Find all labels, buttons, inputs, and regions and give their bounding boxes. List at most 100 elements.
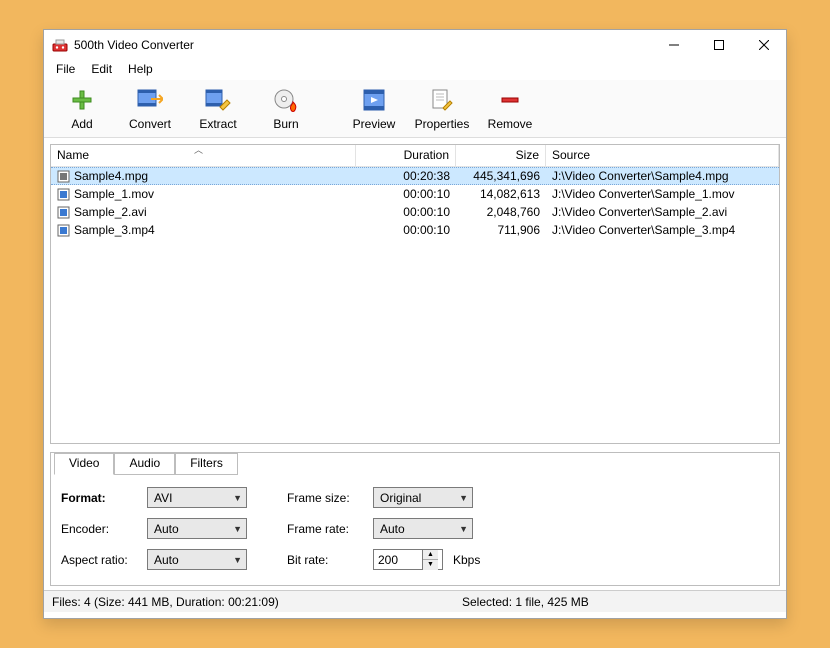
format-label: Format: — [61, 491, 141, 505]
file-list: Name ︿ Duration Size Source Sample4.mpg 00… — [50, 144, 780, 444]
titlebar: 500th Video Converter — [44, 30, 786, 60]
file-source: J:\Video Converter\Sample4.mpg — [546, 168, 779, 184]
statusbar: Files: 4 (Size: 441 MB, Duration: 00:21:… — [44, 590, 786, 612]
column-name-label: Name — [57, 148, 89, 162]
file-duration: 00:00:10 — [356, 204, 456, 220]
app-icon — [52, 37, 68, 53]
table-row[interactable]: Sample_1.mov 00:00:1014,082,613J:\Video C… — [51, 185, 779, 203]
tabs-strip: Video Audio Filters — [54, 452, 779, 474]
file-icon — [57, 206, 70, 219]
extract-button[interactable]: Extract — [184, 82, 252, 136]
column-size[interactable]: Size — [456, 145, 546, 166]
chevron-down-icon: ▼ — [459, 493, 468, 503]
add-button[interactable]: Add — [48, 82, 116, 136]
file-source: J:\Video Converter\Sample_3.mp4 — [546, 222, 779, 238]
sort-indicator-icon: ︿ — [194, 143, 203, 156]
settings-panel: Video Audio Filters Format: AVI ▼ Encoder… — [50, 452, 780, 586]
list-body[interactable]: Sample4.mpg00:20:38445,341,696J:\Video C… — [51, 167, 779, 443]
remove-button[interactable]: Remove — [476, 82, 544, 136]
plus-icon — [68, 86, 96, 114]
table-row[interactable]: Sample_2.avi 00:00:102,048,760J:\Video Co… — [51, 203, 779, 221]
format-combo[interactable]: AVI ▼ — [147, 487, 247, 508]
properties-icon — [428, 86, 456, 114]
burn-label: Burn — [273, 117, 298, 131]
tab-audio[interactable]: Audio — [114, 453, 175, 475]
extract-label: Extract — [199, 117, 236, 131]
aspect-label: Aspect ratio: — [61, 553, 141, 567]
chevron-down-icon: ▼ — [459, 524, 468, 534]
file-name: Sample_3.mp4 — [74, 223, 155, 237]
film-convert-icon — [136, 86, 164, 114]
file-size: 14,082,613 — [456, 186, 546, 202]
menu-help[interactable]: Help — [120, 60, 161, 80]
file-icon — [57, 170, 70, 183]
file-source: J:\Video Converter\Sample_1.mov — [546, 186, 779, 202]
table-row[interactable]: Sample_3.mp4 00:00:10711,906J:\Video Conv… — [51, 221, 779, 239]
column-source[interactable]: Source — [546, 145, 779, 166]
file-size: 445,341,696 — [456, 168, 546, 184]
remove-label: Remove — [488, 117, 533, 131]
file-source: J:\Video Converter\Sample_2.avi — [546, 204, 779, 220]
file-duration: 00:00:10 — [356, 186, 456, 202]
status-summary: Files: 4 (Size: 441 MB, Duration: 00:21:… — [52, 595, 432, 609]
window-title: 500th Video Converter — [74, 38, 194, 52]
bitrate-spinner[interactable]: ▲▼ — [422, 550, 438, 570]
maximize-button[interactable] — [696, 31, 741, 59]
spinner-down-icon[interactable]: ▼ — [423, 560, 438, 570]
column-duration[interactable]: Duration — [356, 145, 456, 166]
preview-button[interactable]: Preview — [340, 82, 408, 136]
file-size: 711,906 — [456, 222, 546, 238]
app-window: 500th Video Converter File Edit Help Add… — [43, 29, 787, 619]
file-icon — [57, 188, 70, 201]
encoder-label: Encoder: — [61, 522, 141, 536]
tab-video[interactable]: Video — [54, 453, 114, 475]
tabs-body: Format: AVI ▼ Encoder: Auto ▼ Aspect ratio… — [51, 475, 779, 585]
format-value: AVI — [154, 491, 172, 505]
close-button[interactable] — [741, 31, 786, 59]
list-header: Name ︿ Duration Size Source — [51, 145, 779, 167]
tab-filters[interactable]: Filters — [175, 453, 238, 475]
framerate-value: Auto — [380, 522, 405, 536]
chevron-down-icon: ▼ — [233, 493, 242, 503]
framerate-combo[interactable]: Auto ▼ — [373, 518, 473, 539]
convert-button[interactable]: Convert — [116, 82, 184, 136]
menu-file[interactable]: File — [48, 60, 83, 80]
file-name: Sample_1.mov — [74, 187, 154, 201]
convert-label: Convert — [129, 117, 171, 131]
add-label: Add — [71, 117, 92, 131]
file-duration: 00:20:38 — [356, 168, 456, 184]
file-name: Sample_2.avi — [74, 205, 147, 219]
column-name[interactable]: Name ︿ — [51, 145, 356, 166]
properties-label: Properties — [415, 117, 470, 131]
bitrate-field[interactable] — [374, 553, 422, 567]
file-icon — [57, 224, 70, 237]
framesize-value: Original — [380, 491, 421, 505]
aspect-value: Auto — [154, 553, 179, 567]
disc-burn-icon — [272, 86, 300, 114]
minus-icon — [496, 86, 524, 114]
minimize-button[interactable] — [651, 31, 696, 59]
encoder-combo[interactable]: Auto ▼ — [147, 518, 247, 539]
film-preview-icon — [360, 86, 388, 114]
bitrate-label: Bit rate: — [287, 553, 367, 567]
chevron-down-icon: ▼ — [233, 524, 242, 534]
extract-icon — [204, 86, 232, 114]
toolbar: Add Convert Extract Burn Preview Propert… — [44, 80, 786, 138]
framesize-combo[interactable]: Original ▼ — [373, 487, 473, 508]
file-size: 2,048,760 — [456, 204, 546, 220]
chevron-down-icon: ▼ — [233, 555, 242, 565]
encoder-value: Auto — [154, 522, 179, 536]
framerate-label: Frame rate: — [287, 522, 367, 536]
bitrate-input[interactable]: ▲▼ — [373, 549, 443, 570]
aspect-combo[interactable]: Auto ▼ — [147, 549, 247, 570]
file-name: Sample4.mpg — [74, 169, 148, 183]
table-row[interactable]: Sample4.mpg 00:20:38445,341,696J:\Video C… — [51, 167, 779, 185]
menu-edit[interactable]: Edit — [83, 60, 120, 80]
preview-label: Preview — [353, 117, 396, 131]
properties-button[interactable]: Properties — [408, 82, 476, 136]
spinner-up-icon[interactable]: ▲ — [423, 550, 438, 560]
file-duration: 00:00:10 — [356, 222, 456, 238]
bitrate-unit: Kbps — [453, 553, 480, 567]
burn-button[interactable]: Burn — [252, 82, 320, 136]
framesize-label: Frame size: — [287, 491, 367, 505]
